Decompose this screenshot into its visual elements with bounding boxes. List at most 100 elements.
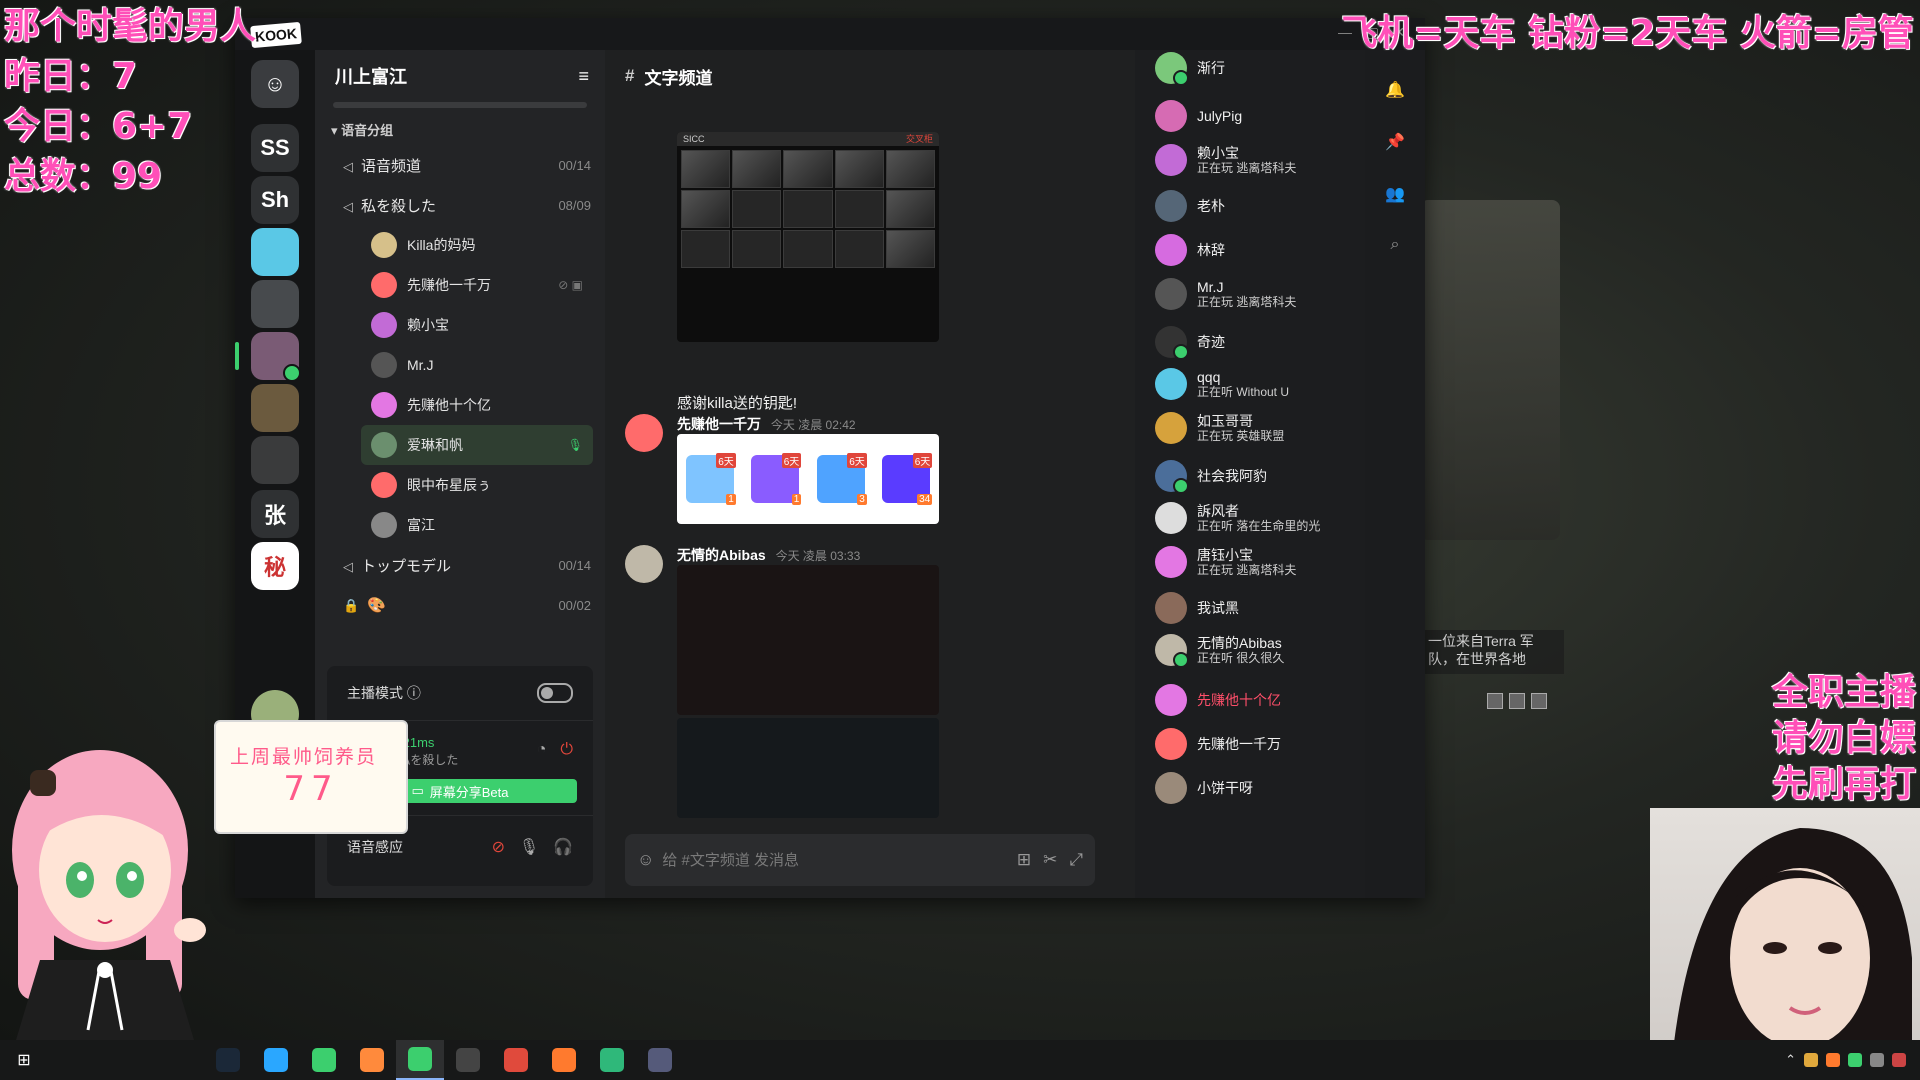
tray-icon[interactable] <box>1826 1053 1840 1067</box>
microphone-icon[interactable]: 🎙 <box>519 839 539 856</box>
message-input[interactable] <box>660 850 1005 870</box>
voice-channel[interactable]: ◁ トップモデル 00/14 <box>315 545 605 585</box>
server-icon[interactable] <box>251 280 299 328</box>
tray-icon[interactable] <box>1804 1053 1818 1067</box>
avatar[interactable] <box>625 545 663 583</box>
gift-sticker[interactable]: 6天 1 <box>685 453 736 505</box>
score-card-value: 77 <box>283 769 339 809</box>
speaker-icon: ◁ <box>343 158 353 174</box>
mute-speaker-icon[interactable]: ⊘ <box>492 839 505 856</box>
member-row[interactable]: Mr.J 正在玩 逃离塔科夫 <box>1155 278 1365 310</box>
scissors-icon[interactable]: ✂ <box>1043 850 1057 870</box>
member-row[interactable]: 先赚他十个亿 <box>1155 684 1365 716</box>
windows-start-icon[interactable]: ⊞ <box>0 1040 48 1080</box>
member-row[interactable]: 赖小宝 正在玩 逃离塔科夫 <box>1155 144 1365 176</box>
member-row[interactable]: 林辞 <box>1155 234 1365 266</box>
avatar <box>371 472 397 498</box>
app-orange-icon[interactable] <box>540 1040 588 1080</box>
voice-member[interactable]: 眼中布星辰ぅ <box>361 465 593 505</box>
server-icon[interactable]: 秘 <box>251 542 299 590</box>
game-icon[interactable] <box>636 1040 684 1080</box>
channel-label: 语音频道 <box>361 157 422 175</box>
channel-label: トップモデル <box>361 557 452 575</box>
member-row[interactable]: 渐行 <box>1155 52 1365 86</box>
online-status-icon <box>1173 478 1189 494</box>
server-icon[interactable] <box>251 384 299 432</box>
server-icon[interactable]: 张 <box>251 490 299 538</box>
overlay-line: 请勿白嫖 <box>1771 718 1916 759</box>
member-row[interactable]: 无情的Abibas 正在听 很久很久 <box>1155 634 1365 668</box>
message-author[interactable]: 先赚他一千万 今天 凌晨 02:42 <box>677 414 856 434</box>
voice-member[interactable]: 爱琳和帆 🎙 <box>361 425 593 465</box>
avatar[interactable] <box>625 414 663 452</box>
member-name: 林辞 <box>1197 242 1225 258</box>
category-label[interactable]: ▾ 语音分组 <box>315 108 605 145</box>
game-launcher-icon[interactable] <box>348 1040 396 1080</box>
avatar <box>1155 190 1187 222</box>
gift-sticker[interactable]: 6天 3 <box>816 453 867 505</box>
member-row[interactable]: 訴风者 正在听 落在生命里的光 <box>1155 502 1365 534</box>
voice-channel[interactable]: ◁ 语音频道 00/14 <box>315 145 605 185</box>
server-icon[interactable] <box>235 332 301 382</box>
gift-sticker[interactable]: 6天 1 <box>751 453 802 505</box>
members-icon[interactable]: 👥 <box>1385 184 1405 204</box>
tray-icon[interactable] <box>1892 1053 1906 1067</box>
member-row[interactable]: 奇迹 <box>1155 326 1365 360</box>
noise-icon[interactable]: ◔ <box>537 741 547 758</box>
pin-icon[interactable]: 📌 <box>1385 132 1405 152</box>
wechat-icon[interactable] <box>300 1040 348 1080</box>
bell-icon[interactable]: 🔔 <box>1385 80 1405 100</box>
image-attachment[interactable] <box>677 565 939 715</box>
lock-icon: 🔒 <box>343 598 360 613</box>
chevron-up-icon[interactable]: ⌃ <box>1785 1052 1796 1068</box>
gift-sticker[interactable]: 6天 34 <box>882 453 933 505</box>
server-icon[interactable] <box>251 228 299 276</box>
member-row[interactable]: JulyPig <box>1155 100 1365 132</box>
voice-member[interactable]: 赖小宝 <box>361 305 593 345</box>
voice-member[interactable]: 富江 <box>361 505 593 545</box>
voice-member[interactable]: Mr.J <box>361 345 593 385</box>
server-header[interactable]: 川上富江 ≡ <box>315 50 605 102</box>
server-icon[interactable]: Sh <box>251 176 299 224</box>
tray-icon[interactable] <box>1870 1053 1884 1067</box>
member-row[interactable]: 小饼干呀 <box>1155 772 1365 804</box>
tray-icon[interactable] <box>1848 1053 1862 1067</box>
server-icon[interactable] <box>251 436 299 484</box>
member-name: JulyPig <box>1197 108 1243 124</box>
message-author[interactable]: 无情的Abibas 今天 凌晨 03:33 <box>677 545 860 565</box>
direct-messages-icon[interactable]: ☺ <box>251 60 299 108</box>
game-screenshot[interactable]: SICC 交叉柜 <box>677 132 939 342</box>
right-rail: 🔔 📌 👥 ⌕ <box>1365 50 1425 898</box>
expand-icon[interactable]: ⤢ <box>1069 850 1083 870</box>
member-info: 无情的Abibas 正在听 很久很久 <box>1197 635 1284 666</box>
voice-member[interactable]: 先赚他十个亿 <box>361 385 593 425</box>
member-row[interactable]: 社会我阿豹 <box>1155 460 1365 494</box>
disconnect-icon[interactable]: ⏻ <box>560 741 573 758</box>
kook-window: KOOK — ▢ ✕ ☺ SS Sh 张秘 川上富江 ≡ ▾ 语音分组 ◁ 语音频道 00… <box>235 18 1425 898</box>
menu-icon[interactable]: ≡ <box>578 66 589 87</box>
obs-icon[interactable] <box>444 1040 492 1080</box>
app-green-icon[interactable] <box>588 1040 636 1080</box>
voice-member[interactable]: 先赚他一千万 ⊘ ▣ <box>361 265 593 305</box>
voice-channel[interactable]: ◁ 私を殺した 08/09 <box>315 185 605 225</box>
emoji-icon[interactable]: ☺ <box>637 850 654 870</box>
server-icon[interactable]: SS <box>251 124 299 172</box>
streamer-mode-toggle[interactable] <box>537 683 573 703</box>
voice-channel[interactable]: 🔒 🎨 00/02 <box>315 585 605 625</box>
add-icon[interactable]: ⊞ <box>1017 850 1031 870</box>
member-row[interactable]: 如玉哥哥 正在玩 英雄联盟 <box>1155 412 1365 444</box>
search-icon[interactable]: ⌕ <box>1385 236 1405 256</box>
member-row[interactable]: 先赚他一千万 <box>1155 728 1365 760</box>
image-attachment[interactable] <box>677 718 939 818</box>
member-row[interactable]: 我试黑 <box>1155 592 1365 624</box>
kook-icon[interactable] <box>396 1040 444 1080</box>
member-row[interactable]: 老朴 <box>1155 190 1365 222</box>
voice-member[interactable]: Killa的妈妈 <box>361 225 593 265</box>
steam-icon[interactable] <box>204 1040 252 1080</box>
chrome-icon[interactable] <box>492 1040 540 1080</box>
member-info: 林辞 <box>1197 242 1225 258</box>
member-row[interactable]: qqq 正在听 Without U <box>1155 368 1365 400</box>
member-row[interactable]: 唐钰小宝 正在玩 逃离塔科夫 <box>1155 546 1365 578</box>
headphones-icon[interactable]: 🎧 <box>553 839 573 856</box>
browser-search-icon[interactable] <box>252 1040 300 1080</box>
